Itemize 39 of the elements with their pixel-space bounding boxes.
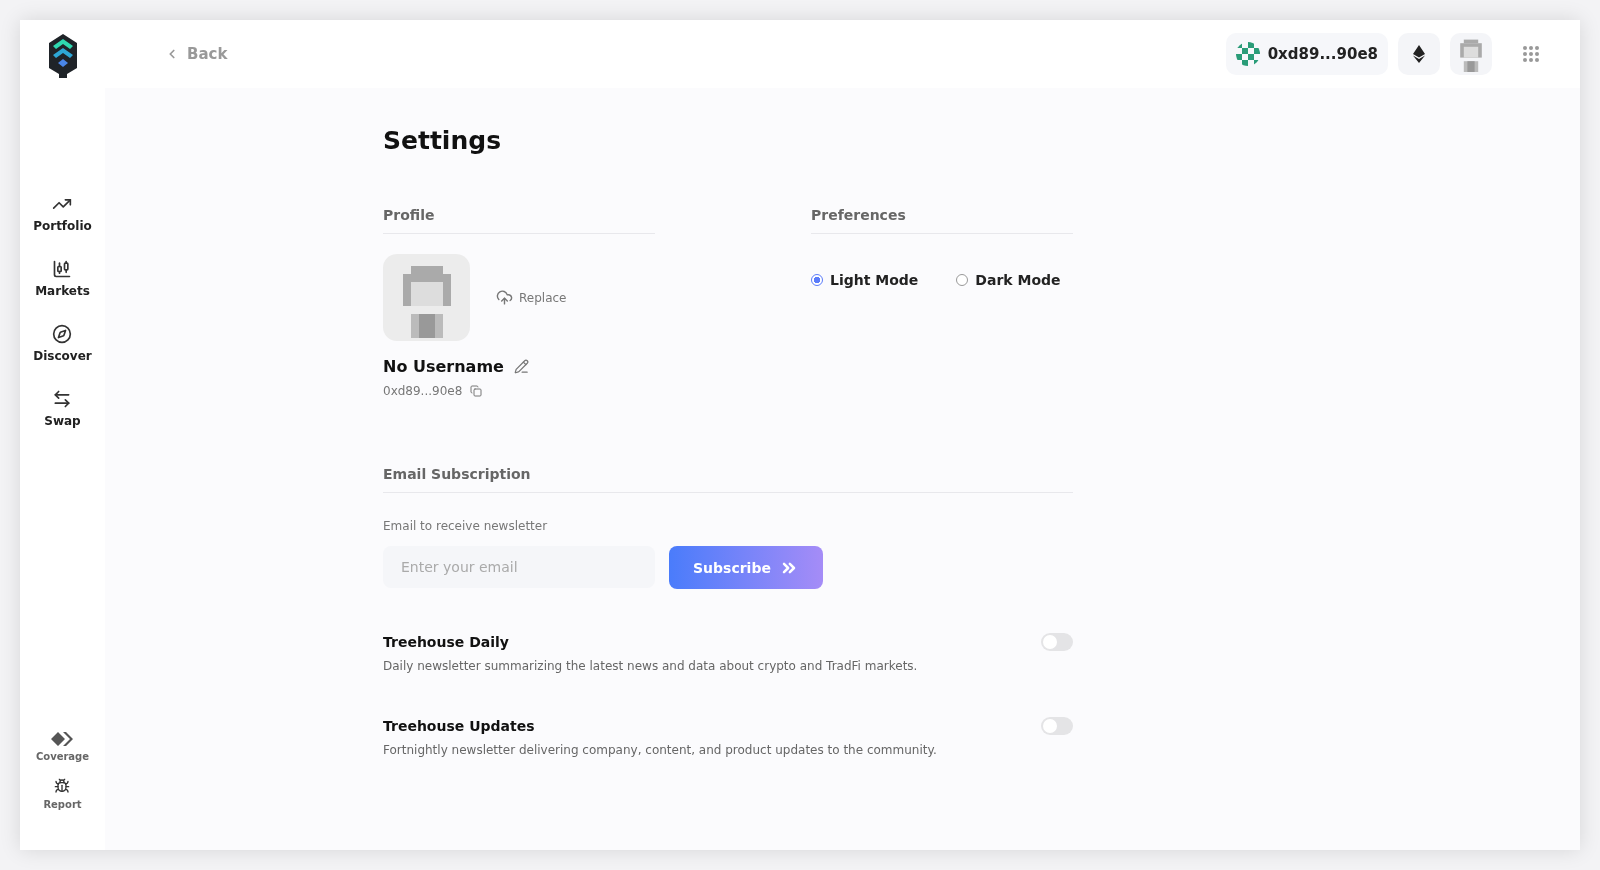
sidebar-item[interactable]: Portfolio bbox=[33, 194, 92, 233]
radio-dot[interactable] bbox=[811, 274, 823, 286]
apps-grid-icon[interactable] bbox=[1522, 45, 1540, 63]
markets-icon bbox=[52, 259, 73, 279]
email-input[interactable]: Enter your email bbox=[383, 546, 655, 588]
section-heading: Profile bbox=[383, 207, 655, 234]
sidebar-item[interactable]: Swap bbox=[33, 389, 92, 428]
newsletter-description: Fortnightly newsletter delivering company, content, and product updates to the community. bbox=[383, 743, 938, 757]
wallet-button[interactable]: 0xd89...90e8 bbox=[1225, 33, 1388, 75]
newsletter-toggle[interactable] bbox=[1041, 633, 1073, 651]
checker-avatar-icon bbox=[1235, 42, 1260, 66]
newsletter-title: Treehouse Daily bbox=[383, 634, 509, 650]
ethereum-icon bbox=[1413, 45, 1425, 63]
diamonds-icon bbox=[51, 732, 74, 746]
newsletter-description: Daily newsletter summarizing the latest news and data about crypto and TradFi markets. bbox=[383, 659, 919, 673]
sidebar-item[interactable]: Report bbox=[35, 778, 90, 810]
sidebar-item[interactable]: Markets bbox=[33, 259, 92, 298]
logo-icon bbox=[48, 34, 77, 78]
sidebar-item[interactable]: Discover bbox=[33, 324, 92, 363]
upload-icon bbox=[496, 289, 513, 306]
newsletter-toggle[interactable] bbox=[1041, 717, 1073, 735]
sidebar-item[interactable]: Coverage bbox=[35, 732, 90, 762]
report-icon bbox=[54, 778, 71, 794]
page-title: Settings bbox=[383, 126, 502, 155]
copy-icon[interactable] bbox=[470, 385, 483, 397]
section-heading: Preferences bbox=[811, 207, 1073, 234]
network-button[interactable] bbox=[1398, 33, 1440, 75]
discover-icon bbox=[52, 324, 73, 344]
profile-button[interactable] bbox=[1450, 33, 1492, 75]
theme-radio[interactable]: Dark Mode bbox=[956, 272, 1061, 288]
field-label: Email to receive newsletter bbox=[383, 519, 549, 533]
edit-icon[interactable] bbox=[513, 359, 529, 374]
newsletter-title: Treehouse Updates bbox=[383, 718, 535, 734]
username: No Username bbox=[383, 357, 504, 376]
radio-dot[interactable] bbox=[956, 274, 969, 286]
wallet-address: 0xd89...90e8 bbox=[383, 384, 463, 398]
section-heading: Email Subscription bbox=[383, 466, 1073, 493]
theme-radio[interactable]: Light Mode bbox=[811, 272, 919, 288]
replace-button[interactable]: Replace bbox=[490, 288, 573, 307]
